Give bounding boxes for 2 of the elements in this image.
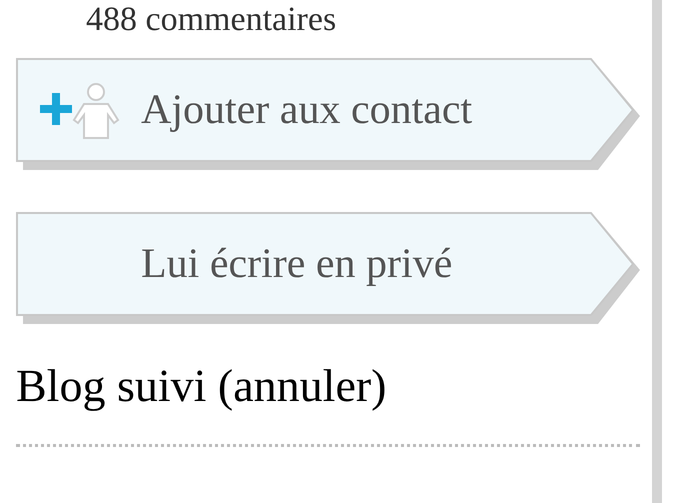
comment-count: 488 commentaires	[85, 0, 338, 40]
follow-status: Blog suivi (annuler)	[16, 359, 388, 413]
